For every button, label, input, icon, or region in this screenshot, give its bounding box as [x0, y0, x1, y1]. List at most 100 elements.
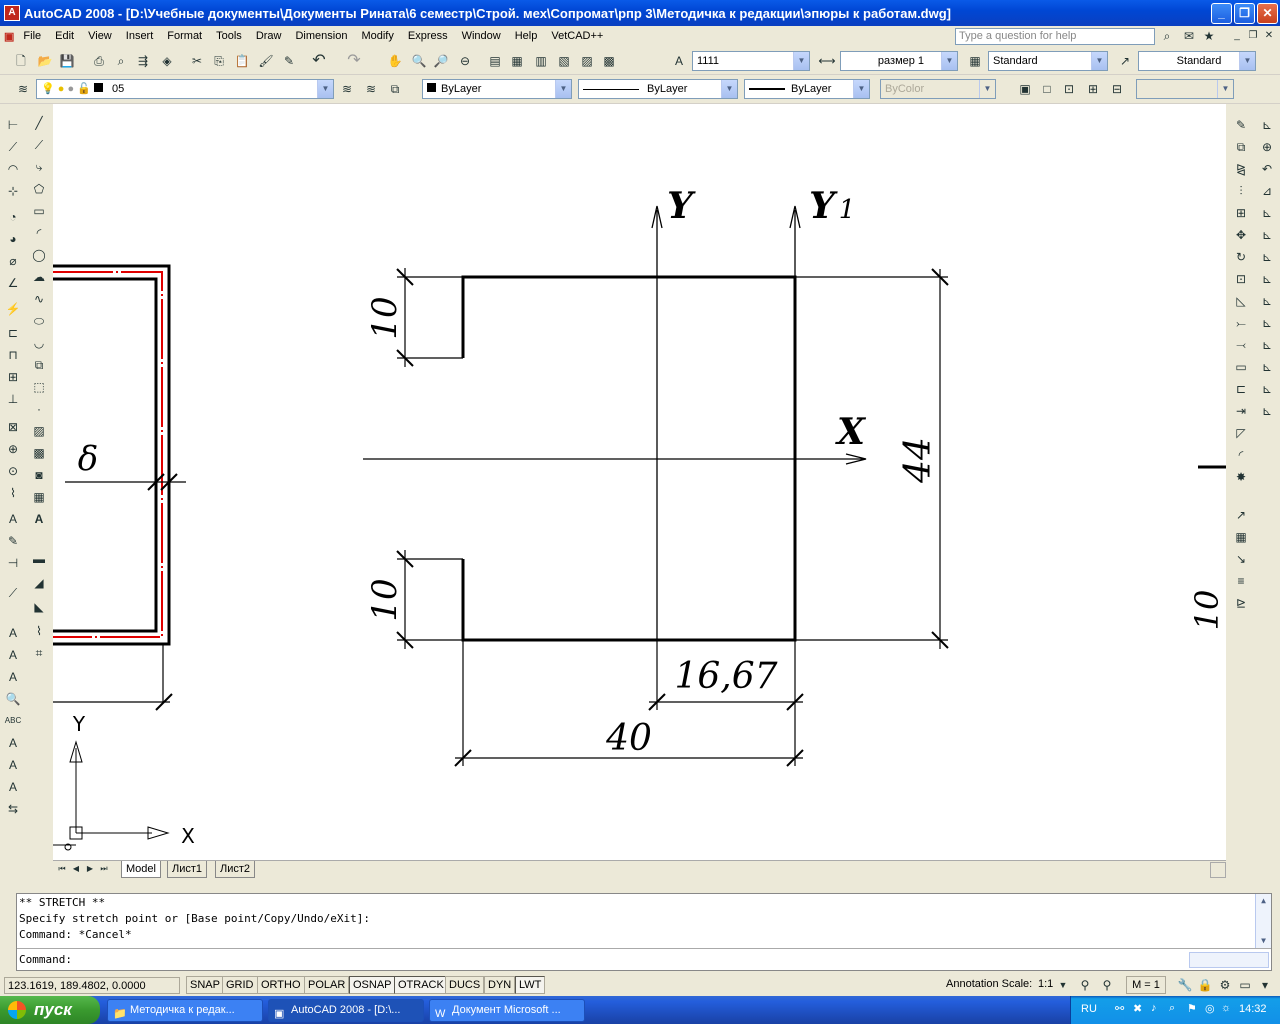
text-style-select[interactable]: 1111 ▼ [692, 51, 810, 71]
arc-icon[interactable]: ◜ [30, 224, 48, 242]
design-center-icon[interactable]: ▦ [508, 52, 526, 70]
menu-view[interactable]: View [81, 30, 119, 42]
ucs-x-icon[interactable]: ⊾ [1258, 314, 1276, 332]
tab-prev-icon[interactable]: ◀ [69, 861, 83, 877]
slope-icon[interactable]: ◣ [30, 598, 48, 616]
viewport-clip-icon[interactable]: ▣ [1016, 80, 1034, 98]
ucs-object-icon[interactable]: ⊾ [1258, 204, 1276, 222]
dim-style-select[interactable]: размер 1 ▼ [840, 51, 958, 71]
markup-icon[interactable]: ▨ [578, 52, 596, 70]
match-properties-icon[interactable]: 🖌 [257, 52, 275, 70]
ducs-toggle[interactable]: DUCS [445, 976, 485, 994]
erase-icon[interactable]: ✎ [1232, 116, 1250, 134]
publish-icon[interactable]: ⇶ [134, 52, 152, 70]
point-icon[interactable]: · [30, 400, 48, 418]
tab-model[interactable]: Model [121, 861, 161, 878]
menu-file[interactable]: File [16, 30, 48, 42]
tray-icon-app2[interactable]: ◎ [1205, 1002, 1215, 1015]
center-mark-icon[interactable]: ⊕ [4, 440, 22, 458]
redo-icon[interactable]: ↷ [345, 52, 363, 70]
baseline-dim-icon[interactable]: ⊏ [4, 324, 22, 342]
table-style-select[interactable]: Standard ▼ [988, 51, 1108, 71]
taskbar-item-methodichka[interactable]: 📁 Методичка к редак... [107, 999, 263, 1022]
otrack-toggle[interactable]: OTRACK [394, 976, 448, 994]
mleader-align-icon[interactable]: ≡ [1232, 572, 1250, 590]
mtext-icon[interactable]: A [4, 624, 22, 642]
clean-screen-icon[interactable]: ▭ [1236, 976, 1254, 994]
pan-icon[interactable]: ✋ [386, 52, 404, 70]
mleader-collect-icon[interactable]: ⊵ [1232, 594, 1250, 612]
tab-layout2[interactable]: Лист2 [215, 861, 256, 878]
chamfer-icon[interactable]: ◸ [1232, 424, 1250, 442]
ellipse-arc-icon[interactable]: ◡ [30, 334, 48, 352]
dimtedit-icon[interactable]: ✎ [4, 532, 22, 550]
help-search-input[interactable]: Type a question for help [955, 28, 1155, 45]
ucs-y-icon[interactable]: ⊾ [1258, 336, 1276, 354]
horizontal-scrollbar[interactable] [1210, 862, 1226, 878]
text-style-tool-icon[interactable]: A [4, 734, 22, 752]
layer-properties-icon[interactable]: ≋ [14, 80, 32, 98]
menu-modify[interactable]: Modify [354, 30, 400, 42]
ucs-apply-icon[interactable]: ⊾ [1258, 380, 1276, 398]
favorites-icon[interactable]: ★ [1200, 27, 1218, 45]
explode-icon[interactable]: ✸ [1232, 468, 1250, 486]
multiline-text-icon[interactable]: A [30, 510, 48, 528]
ucs-face-icon[interactable]: ⊿ [1258, 182, 1276, 200]
convert-space-icon[interactable]: ⇆ [4, 800, 22, 818]
hatch-icon[interactable]: ▨ [30, 422, 48, 440]
command-history-scrollbar[interactable]: ▲ ▼ [1255, 894, 1271, 948]
taskbar-item-autocad[interactable]: ▣ AutoCAD 2008 - [D:\... [268, 999, 424, 1022]
mirror-icon[interactable]: ⧎ [1232, 160, 1250, 178]
menu-format[interactable]: Format [160, 30, 209, 42]
menu-window[interactable]: Window [455, 30, 508, 42]
construction-line-icon[interactable]: ⟋ [30, 136, 48, 154]
dim-break-icon[interactable]: ⊥ [4, 390, 22, 408]
close-button[interactable]: ✕ [1257, 3, 1278, 24]
tab-layout1[interactable]: Лист1 [167, 861, 208, 878]
ucs-z-icon[interactable]: ⊾ [1258, 358, 1276, 376]
offset-icon[interactable]: ⫶ [1232, 182, 1250, 200]
find-icon[interactable]: 🔍 [4, 690, 22, 708]
language-indicator[interactable]: RU [1081, 1003, 1097, 1015]
start-button[interactable]: пуск [0, 996, 100, 1024]
table-tool-icon[interactable]: ▦ [1232, 528, 1250, 546]
open-icon[interactable]: 📂 [36, 52, 54, 70]
dim-space-icon[interactable]: ⊞ [4, 368, 22, 386]
jogged-linear-icon[interactable]: ⌇ [4, 484, 22, 502]
linear-dim-icon[interactable]: ⊢ [4, 116, 22, 134]
table-icon[interactable]: ▦ [30, 488, 48, 506]
coordinates-display[interactable]: 123.1619, 189.4802, 0.0000 [4, 977, 180, 994]
leader-icon[interactable]: ↗ [1232, 506, 1250, 524]
layer-state-icon[interactable]: ⧉ [386, 80, 404, 98]
dim-update-icon[interactable]: ⊣ [4, 554, 22, 572]
status-tray-icon[interactable]: ⚙ [1216, 976, 1234, 994]
grid-toggle[interactable]: GRID [222, 976, 258, 994]
ucs-previous-icon[interactable]: ↶ [1258, 160, 1276, 178]
calculator-icon[interactable]: ▩ [600, 52, 618, 70]
arc-length-icon[interactable]: ◠ [4, 160, 22, 178]
text-style-icon[interactable]: A [670, 52, 688, 70]
dyn-toggle[interactable]: DYN [484, 976, 516, 994]
annotation-visibility-icon[interactable]: ⚲ [1076, 976, 1094, 994]
annotation-scale-dropdown-icon[interactable]: ▼ [1054, 976, 1072, 994]
jogged-dim-icon[interactable]: ◕ [4, 230, 22, 248]
angular-dim-icon[interactable]: ∠ [4, 274, 22, 292]
multileader-style-select[interactable]: Standard ▼ [1138, 51, 1256, 71]
plotstyle-control-select[interactable]: ByColor ▼ [880, 79, 996, 99]
snap-toggle[interactable]: SNAP [186, 976, 224, 994]
block-editor-icon[interactable]: ✎ [280, 52, 298, 70]
revision-cloud-icon[interactable]: ☁ [30, 268, 48, 286]
qnew-icon[interactable]: 🗋 [12, 52, 30, 70]
ucs-zaxis-icon[interactable]: ⊾ [1258, 270, 1276, 288]
join-icon[interactable]: ⇥ [1232, 402, 1250, 420]
3d-dwf-icon[interactable]: ◈ [158, 52, 176, 70]
restore-button[interactable]: ❐ [1234, 3, 1255, 24]
osnap-toggle[interactable]: OSNAP [349, 976, 396, 994]
quick-dim-icon[interactable]: ⚡ [4, 300, 22, 318]
ordinate-dim-icon[interactable]: ⊹ [4, 182, 22, 200]
communication-center-icon[interactable]: ✉ [1180, 27, 1198, 45]
inspection-icon[interactable]: ⊙ [4, 462, 22, 480]
menu-vetcad[interactable]: VetCAD++ [544, 30, 610, 42]
rectangle-icon[interactable]: ▭ [30, 202, 48, 220]
lock-icon[interactable]: 🔒 [1196, 976, 1214, 994]
